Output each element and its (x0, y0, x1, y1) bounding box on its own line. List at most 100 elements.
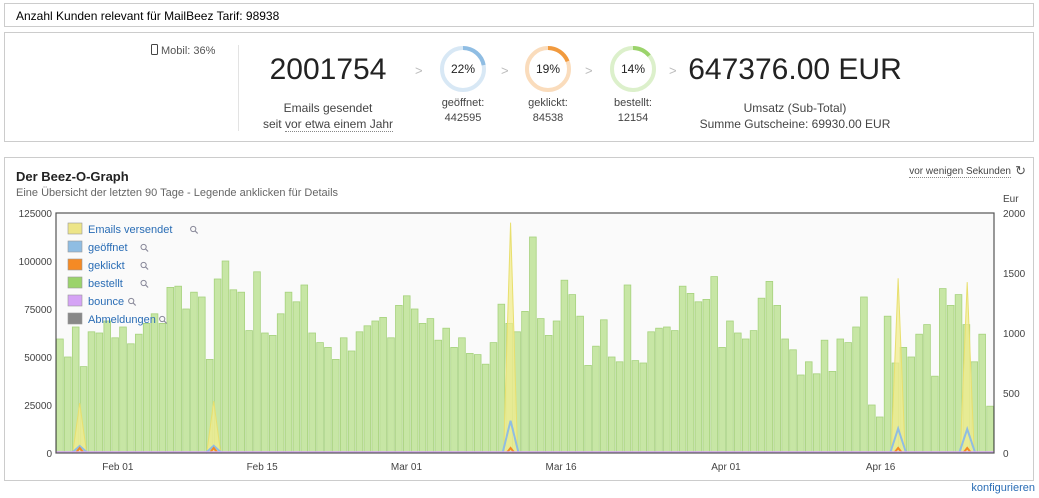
bar-bestellt (95, 332, 104, 454)
bar-bestellt (466, 352, 474, 454)
bar-bestellt (655, 327, 663, 454)
x-tick-label: Apr 16 (866, 462, 896, 473)
bar-bestellt (797, 374, 805, 454)
bar-bestellt (986, 405, 994, 454)
divider (238, 45, 239, 131)
bar-bestellt (726, 320, 734, 454)
bar-bestellt (135, 333, 143, 454)
bar-bestellt (253, 271, 261, 454)
arrow-icon: > (415, 63, 423, 78)
phone-icon (151, 44, 158, 55)
bar-bestellt (450, 346, 458, 454)
bar-bestellt (339, 337, 348, 454)
bar-bestellt (931, 375, 939, 454)
bar-bestellt (836, 338, 845, 454)
bar-bestellt (142, 322, 151, 454)
bar-bestellt (119, 326, 127, 454)
mobile-share: Mobil: 36% (151, 44, 215, 57)
bar-bestellt (426, 318, 435, 454)
right-tick-label: 1500 (1003, 269, 1026, 280)
bar-bestellt (150, 313, 159, 454)
x-tick-label: Mar 16 (546, 462, 578, 473)
revenue-number: 647376.00 EUR (688, 53, 902, 86)
ring-percent: 22% (450, 62, 476, 76)
bar-bestellt (781, 338, 789, 454)
ordered-kpi: bestellt: 12154 (614, 97, 652, 124)
bar-bestellt (560, 279, 569, 454)
bar-bestellt (324, 346, 332, 454)
right-axis-unit: Eur (1003, 194, 1019, 205)
bar-bestellt (221, 260, 230, 454)
bar-bestellt (694, 301, 703, 454)
bar-bestellt (363, 325, 372, 454)
bar-bestellt (710, 276, 718, 454)
bar-bestellt (757, 297, 766, 454)
bar-bestellt (198, 296, 206, 454)
bar-bestellt (852, 326, 860, 454)
legend-item: bestellt (88, 278, 123, 290)
bar-bestellt (623, 284, 632, 454)
bar-bestellt (442, 327, 450, 454)
bar-bestellt (300, 284, 309, 454)
bar-bestellt (410, 308, 419, 454)
bar-bestellt (332, 358, 340, 454)
bar-bestellt (868, 404, 876, 454)
bar-bestellt (387, 337, 395, 454)
customer-count-bar: Anzahl Kunden relevant für MailBeez Tari… (4, 3, 1034, 27)
x-tick-label: Feb 01 (102, 462, 134, 473)
arrow-icon: > (501, 63, 509, 78)
bar-bestellt (718, 346, 726, 454)
bar-bestellt (820, 339, 829, 454)
opened-kpi: geöffnet: 442595 (441, 97, 485, 124)
bar-bestellt (434, 339, 443, 454)
since-link[interactable]: vor etwa einem Jahr (284, 117, 394, 132)
bar-bestellt (592, 345, 600, 454)
beez-o-graph-panel: Der Beez-O-Graph Eine Übersicht der letz… (4, 157, 1034, 481)
bar-bestellt (284, 291, 293, 454)
bar-bestellt (600, 319, 608, 454)
bar-bestellt (529, 236, 537, 454)
ordered-ring: 14% (609, 45, 657, 93)
configure-link[interactable]: konfigurieren (971, 482, 1035, 494)
bar-bestellt (379, 316, 387, 454)
x-tick-label: Apr 01 (711, 462, 741, 473)
emails-sent-number: 2001754 (269, 53, 387, 86)
bar-bestellt (875, 416, 884, 454)
bar-bestellt (678, 285, 687, 454)
bar-bestellt (473, 354, 482, 454)
revenue-label: Umsatz (Sub-Total) Summe Gutscheine: 699… (699, 101, 891, 131)
bar-bestellt (828, 370, 837, 454)
bar-bestellt (915, 333, 923, 454)
bar-bestellt (923, 324, 931, 454)
bar-bestellt (978, 333, 986, 454)
right-tick-label: 0 (1003, 449, 1009, 460)
legend-item: Emails versendet (88, 224, 172, 236)
bar-bestellt (395, 304, 403, 454)
bar-bestellt (939, 288, 947, 454)
bar-bestellt (316, 342, 324, 454)
bar-bestellt (87, 331, 96, 454)
bar-bestellt (174, 285, 182, 454)
left-tick-label: 100000 (19, 257, 53, 268)
legend-swatch (67, 276, 83, 289)
bar-bestellt (647, 331, 655, 454)
bar-bestellt (615, 361, 624, 454)
bar-bestellt (292, 301, 301, 454)
bar-bestellt (907, 356, 915, 454)
bar-bestellt (458, 337, 466, 454)
bar-bestellt (237, 291, 245, 454)
ring-percent: 19% (535, 62, 561, 76)
opened-ring: 22% (439, 45, 487, 93)
bar-bestellt (261, 332, 269, 454)
bar-bestellt (765, 281, 774, 454)
legend-item: geöffnet (88, 242, 128, 254)
arrow-icon: > (585, 63, 593, 78)
bar-bestellt (537, 318, 545, 454)
bar-bestellt (56, 338, 64, 454)
bar-bestellt (489, 342, 498, 454)
bar-bestellt (702, 298, 711, 454)
legend-swatch (67, 312, 83, 325)
bar-bestellt (844, 342, 852, 454)
x-tick-label: Feb 15 (247, 462, 279, 473)
bar-bestellt (127, 343, 135, 454)
